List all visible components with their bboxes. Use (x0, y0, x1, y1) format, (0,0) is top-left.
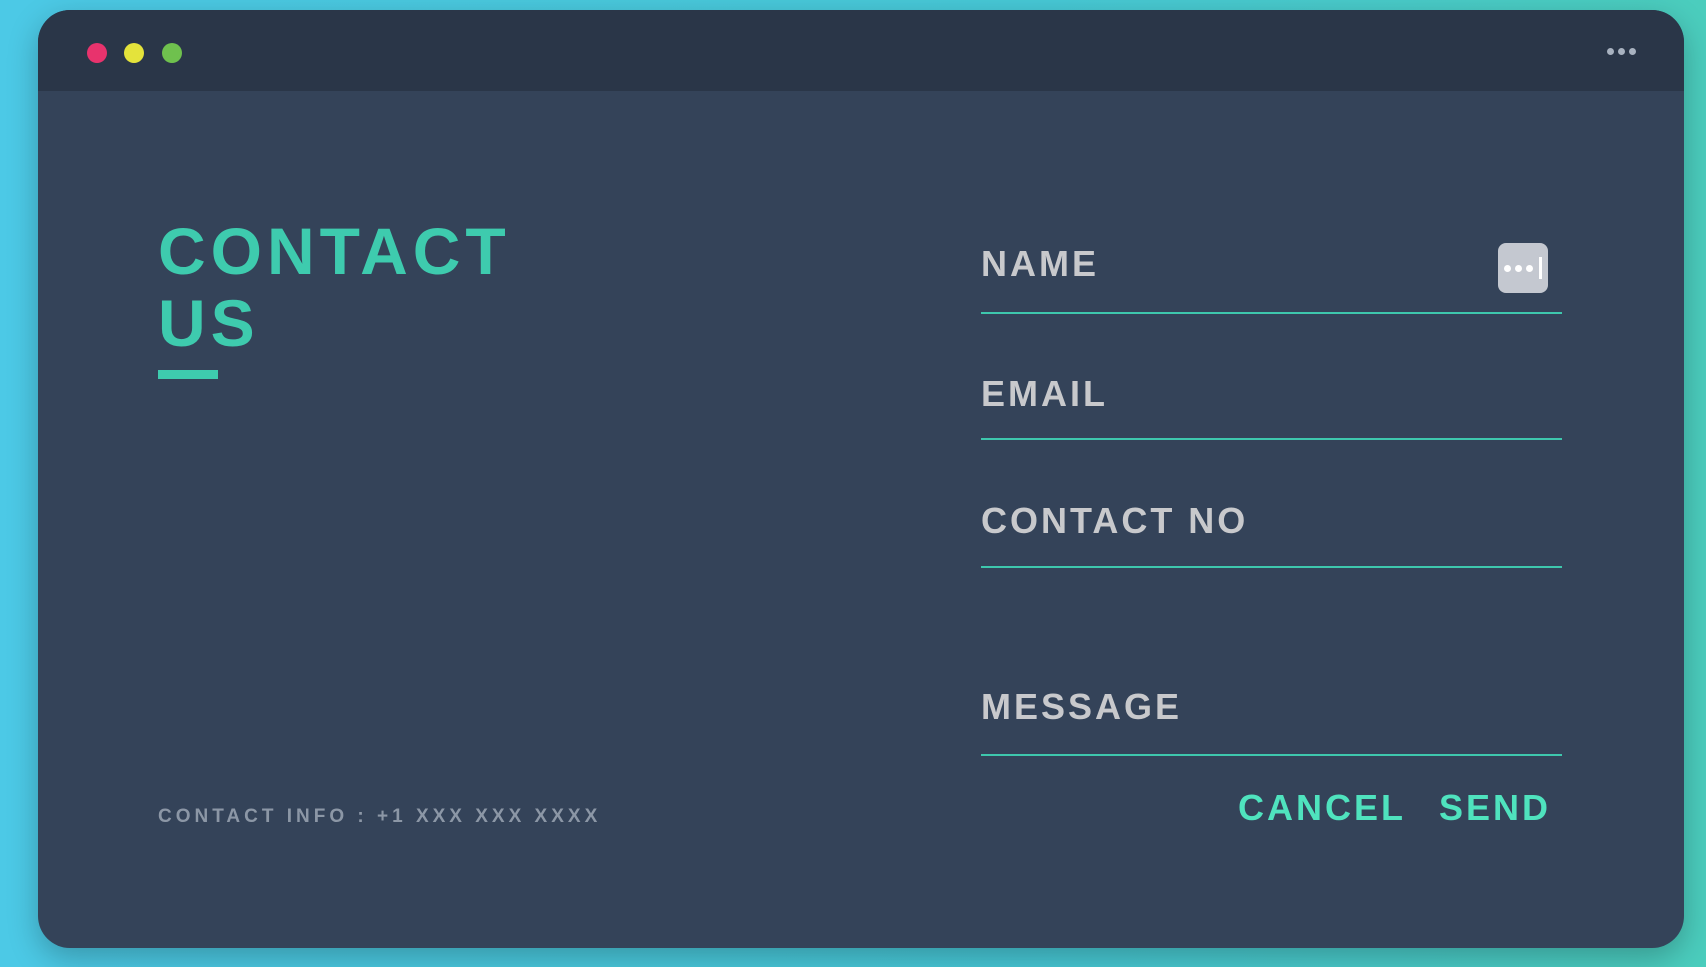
menu-dot (1618, 48, 1625, 55)
email-field[interactable]: EMAIL (981, 340, 1562, 440)
name-field-label: NAME (981, 243, 1099, 284)
page-title: CONTACT US (158, 215, 511, 359)
title-bar (38, 10, 1684, 91)
minimize-window-button[interactable] (124, 43, 144, 63)
send-button[interactable]: SEND (1439, 787, 1551, 829)
menu-dot (1629, 48, 1636, 55)
app-window: CONTACT US CONTACT INFO : +1 XXX XXX XXX… (38, 10, 1684, 948)
autofill-dot (1515, 265, 1522, 272)
page-title-line-1: CONTACT (158, 214, 511, 288)
menu-dot (1607, 48, 1614, 55)
autofill-dot (1504, 265, 1511, 272)
name-field[interactable]: NAME (981, 210, 1562, 314)
contact-info-text: CONTACT INFO : +1 XXX XXX XXXX (158, 806, 602, 827)
autofill-caret (1539, 257, 1542, 279)
close-window-button[interactable] (87, 43, 107, 63)
contact-no-field[interactable]: CONTACT NO (981, 470, 1562, 568)
autofill-dot (1526, 265, 1533, 272)
message-field[interactable]: MESSAGE (981, 660, 1562, 756)
maximize-window-button[interactable] (162, 43, 182, 63)
title-underline (158, 370, 218, 379)
password-autofill-icon[interactable] (1498, 243, 1548, 293)
more-options-icon[interactable] (1607, 48, 1636, 55)
email-field-label: EMAIL (981, 373, 1108, 414)
message-field-label: MESSAGE (981, 686, 1183, 727)
page-title-line-2: US (158, 286, 260, 360)
contact-no-field-label: CONTACT NO (981, 500, 1249, 541)
cancel-button[interactable]: CANCEL (1238, 787, 1406, 829)
